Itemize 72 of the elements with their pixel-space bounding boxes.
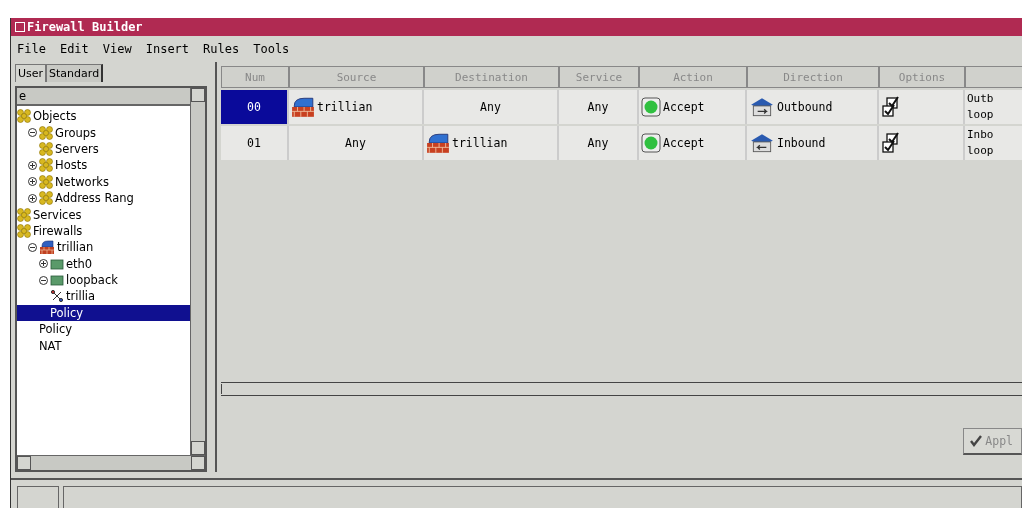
menu-item[interactable]: Tools [253, 42, 290, 56]
accept-icon [641, 133, 661, 153]
window-title: Firewall Builder [27, 20, 143, 34]
group-icon [39, 141, 53, 156]
tree-item[interactable]: Networks [17, 173, 190, 190]
tree-item[interactable]: Address Rang [17, 189, 190, 207]
tree-header: e [17, 88, 190, 106]
expand-icon[interactable] [28, 160, 37, 170]
tree-item[interactable]: Policy [17, 321, 190, 338]
interface-icon [50, 257, 64, 270]
group-icon [39, 125, 53, 140]
menu-item[interactable]: Rules [203, 42, 240, 56]
accept-icon [641, 97, 661, 117]
tree-item[interactable]: loopback [17, 271, 190, 289]
scrollbar[interactable] [221, 382, 1022, 396]
tree-item[interactable]: trillian [17, 239, 190, 256]
group-icon [17, 207, 31, 222]
collapse-icon[interactable] [28, 128, 37, 138]
tree-item[interactable]: Firewalls [17, 222, 190, 240]
firewall-icon [291, 96, 315, 118]
table-cell: Outbound [747, 90, 879, 124]
group-icon [17, 223, 31, 238]
comment-cell: Inbo loop [965, 126, 1022, 160]
options-icon [881, 132, 901, 154]
firewall-icon [426, 132, 450, 154]
group-icon [39, 174, 53, 189]
firewall-icon [39, 240, 55, 255]
expand-icon[interactable] [28, 177, 37, 187]
table-cell: Any [559, 90, 639, 124]
outbound-icon [749, 96, 775, 118]
checkmark-icon [970, 435, 983, 447]
expand-icon[interactable] [39, 259, 48, 269]
tree-item[interactable]: Policy [17, 304, 190, 322]
menu-item[interactable]: View [102, 42, 132, 56]
collapse-icon[interactable] [39, 275, 48, 285]
tree-item[interactable]: Servers [17, 140, 190, 158]
tree-item[interactable]: NAT [17, 337, 190, 354]
table-cell: Any [559, 126, 639, 160]
tree-item[interactable]: Groups [17, 124, 190, 141]
table-cell: trillian [424, 126, 559, 160]
status-cell [17, 486, 59, 508]
rule-number[interactable]: 00 [221, 90, 289, 124]
tree-item[interactable]: Services [17, 206, 190, 223]
tree-item[interactable]: eth0 [17, 255, 190, 272]
tab[interactable]: Standard [46, 64, 104, 82]
tree-item[interactable]: trillia [17, 288, 190, 305]
table-cell: Accept [639, 126, 747, 160]
rule-number[interactable]: 01 [221, 126, 289, 160]
menu-item[interactable]: Edit [59, 42, 89, 56]
expand-icon[interactable] [28, 193, 37, 203]
tree-item[interactable]: Hosts [17, 157, 190, 174]
tree-item[interactable]: Objects [17, 108, 190, 125]
menu-item[interactable]: File [17, 42, 46, 56]
table-cell: trillian [289, 90, 424, 124]
group-icon [39, 158, 53, 173]
collapse-icon[interactable] [28, 242, 37, 252]
inbound-icon [749, 132, 775, 154]
group-icon [39, 191, 53, 206]
scrollbar[interactable] [190, 88, 205, 455]
network-icon [50, 289, 64, 304]
options-icon [881, 96, 901, 118]
table-cell: Accept [639, 90, 747, 124]
table-cell: Inbound [747, 126, 879, 160]
tab[interactable]: User [15, 64, 47, 82]
table-cell: Any [289, 126, 424, 160]
comment-cell: Outb loop [965, 90, 1022, 124]
window-menu-icon[interactable] [15, 22, 25, 32]
interface-icon [50, 274, 64, 287]
table-cell: Any [424, 90, 559, 124]
group-icon [17, 109, 31, 124]
scrollbar[interactable] [17, 455, 205, 470]
menu-item[interactable]: Insert [145, 42, 190, 56]
